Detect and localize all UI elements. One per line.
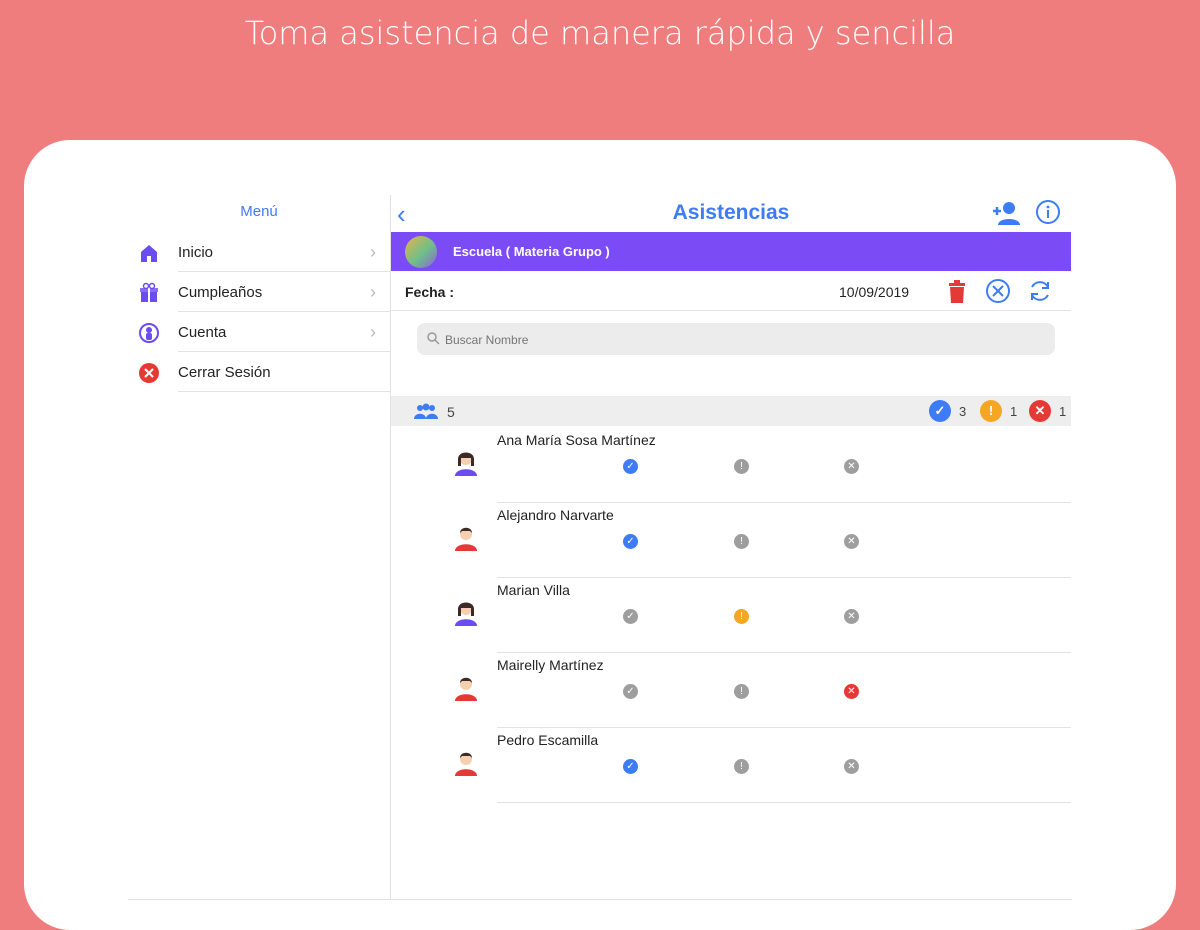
sidebar-title: Menú: [240, 203, 278, 220]
sidebar-item-label: Cerrar Sesión: [178, 364, 271, 381]
info-icon[interactable]: [1035, 199, 1061, 225]
search-icon: [427, 332, 440, 345]
student-avatar-icon: [451, 746, 481, 776]
late-toggle[interactable]: !: [734, 759, 749, 774]
present-toggle[interactable]: ✓: [623, 459, 638, 474]
sidebar-item-cuenta[interactable]: Cuenta ›: [128, 312, 390, 352]
date-value[interactable]: 10/09/2019: [839, 284, 909, 300]
absent-toggle[interactable]: ✕: [844, 459, 859, 474]
search-bar: [417, 323, 1055, 357]
promo-headline: Toma asistencia de manera rápida y senci…: [244, 14, 956, 52]
present-toggle[interactable]: ✓: [623, 684, 638, 699]
logout-icon: [139, 363, 159, 383]
present-toggle[interactable]: ✓: [623, 759, 638, 774]
student-row: Pedro Escamilla ✓! ✕: [391, 728, 1071, 803]
group-name: Escuela ( Materia Grupo ): [453, 244, 610, 259]
add-user-button[interactable]: [991, 199, 1021, 227]
sidebar-menu: Menú Inicio › Cumpleaños › Cuenta › Cerr…: [128, 195, 391, 900]
student-row: Alejandro Narvarte ✓! ✕: [391, 503, 1071, 578]
student-name: Alejandro Narvarte: [497, 507, 614, 523]
chevron-right-icon: ›: [370, 242, 376, 262]
attendance-panel: ‹ Asistencias Escuela ( Materia Grupo ) …: [391, 195, 1071, 900]
present-count: 3: [959, 404, 967, 419]
student-avatar-icon: [451, 446, 481, 476]
chevron-right-icon: ›: [370, 282, 376, 302]
group-icon: [414, 403, 438, 419]
student-row: Ana María Sosa Martínez ✓! ✕: [391, 428, 1071, 503]
absent-badge-icon: ✕: [1029, 400, 1051, 422]
gift-icon: [140, 282, 158, 302]
student-row: Mairelly Martínez ✓! ✕: [391, 653, 1071, 728]
late-toggle[interactable]: !: [734, 684, 749, 699]
student-name: Mairelly Martínez: [497, 657, 604, 673]
refresh-icon[interactable]: [1027, 278, 1053, 304]
late-badge-icon: !: [980, 400, 1002, 422]
trash-icon[interactable]: [947, 280, 967, 304]
page-title: Asistencias: [672, 201, 790, 224]
late-toggle[interactable]: !: [734, 534, 749, 549]
divider: [497, 802, 1071, 803]
sidebar-item-label: Cumpleaños: [178, 284, 263, 301]
search-input[interactable]: [443, 323, 1047, 357]
student-row: Marian Villa ✓! ✕: [391, 578, 1071, 653]
student-name: Pedro Escamilla: [497, 732, 599, 748]
student-avatar-icon: [451, 521, 481, 551]
group-avatar: [405, 236, 437, 268]
sidebar-item-label: Cuenta: [178, 324, 227, 341]
absent-toggle[interactable]: ✕: [844, 609, 859, 624]
chevron-right-icon: ›: [370, 322, 376, 342]
date-label: Fecha :: [405, 284, 455, 300]
late-toggle[interactable]: !: [734, 609, 749, 624]
total-count: 5: [447, 404, 455, 420]
student-name: Marian Villa: [497, 582, 570, 598]
absent-count: 1: [1059, 404, 1067, 419]
sidebar-item-label: Inicio: [178, 244, 214, 261]
account-icon: [139, 323, 159, 343]
divider: [178, 391, 390, 392]
sidebar-item-cumpleanos[interactable]: Cumpleaños ›: [128, 272, 390, 312]
sidebar-item-inicio[interactable]: Inicio ›: [128, 232, 390, 272]
student-name: Ana María Sosa Martínez: [497, 432, 656, 448]
student-avatar-icon: [451, 596, 481, 626]
clear-all-icon[interactable]: [985, 278, 1011, 304]
absent-toggle[interactable]: ✕: [844, 684, 859, 699]
present-toggle[interactable]: ✓: [623, 609, 638, 624]
absent-toggle[interactable]: ✕: [844, 759, 859, 774]
group-header: Escuela ( Materia Grupo ): [391, 232, 1071, 271]
absent-toggle[interactable]: ✕: [844, 534, 859, 549]
date-row: Fecha : 10/09/2019: [391, 272, 1071, 311]
home-icon: [141, 245, 157, 262]
sidebar-item-cerrar-sesion[interactable]: Cerrar Sesión: [128, 352, 390, 392]
student-avatar-icon: [451, 671, 481, 701]
present-toggle[interactable]: ✓: [623, 534, 638, 549]
present-badge-icon: ✓: [929, 400, 951, 422]
late-count: 1: [1010, 404, 1018, 419]
late-toggle[interactable]: !: [734, 459, 749, 474]
attendance-summary: 5 ✓ 3 ! 1 ✕ 1: [391, 396, 1071, 426]
